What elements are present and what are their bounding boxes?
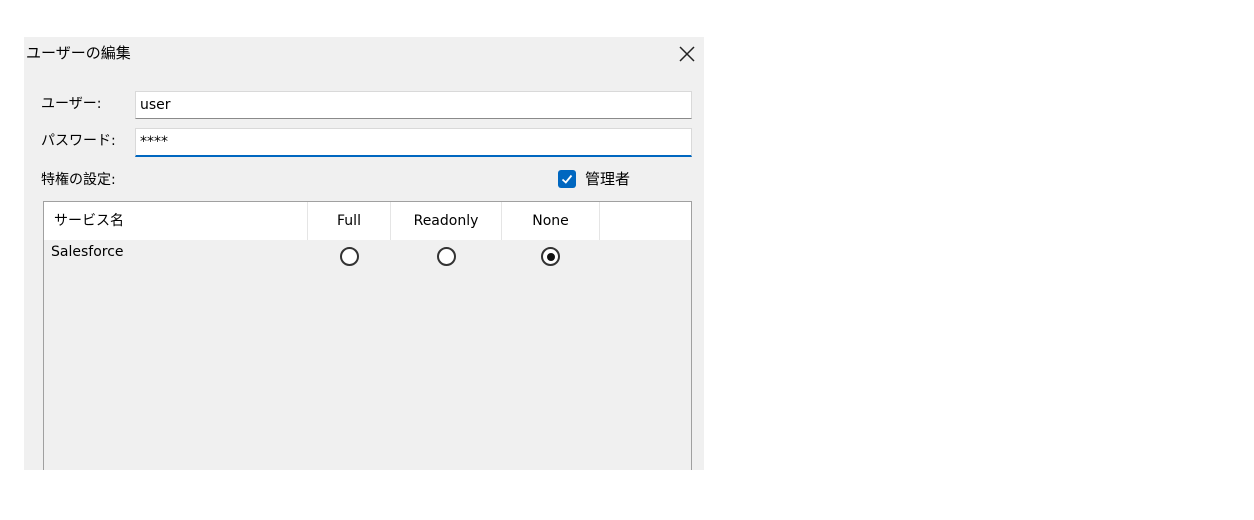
radio-readonly[interactable]: [437, 247, 456, 266]
close-button[interactable]: [670, 37, 704, 71]
user-label: ユーザー:: [41, 96, 102, 112]
radio-none[interactable]: [541, 247, 560, 266]
table-row[interactable]: Salesforce: [44, 240, 691, 268]
admin-checkbox[interactable]: 管理者: [558, 169, 630, 189]
service-name: Salesforce: [51, 244, 124, 260]
edit-user-dialog: ユーザーの編集 ユーザー: パスワード: 特権の設定: 管理者 サービス名 Fu…: [24, 37, 704, 470]
title-bar: ユーザーの編集: [24, 37, 704, 71]
checkmark-icon: [561, 174, 573, 184]
column-header-full[interactable]: Full: [308, 202, 391, 240]
password-label: パスワード:: [41, 133, 116, 149]
column-header-readonly[interactable]: Readonly: [391, 202, 502, 240]
privileges-table: サービス名 Full Readonly None Salesforce: [43, 201, 692, 470]
dialog-title: ユーザーの編集: [26, 44, 131, 62]
column-header-service[interactable]: サービス名: [44, 202, 308, 240]
user-input[interactable]: [135, 91, 692, 119]
password-input[interactable]: [135, 128, 692, 157]
radio-full[interactable]: [340, 247, 359, 266]
admin-label: 管理者: [585, 170, 631, 188]
privileges-label: 特権の設定:: [41, 172, 116, 188]
table-header: サービス名 Full Readonly None: [44, 202, 691, 240]
close-icon: [679, 46, 695, 62]
checkbox-box[interactable]: [558, 170, 576, 188]
column-header-none[interactable]: None: [502, 202, 600, 240]
